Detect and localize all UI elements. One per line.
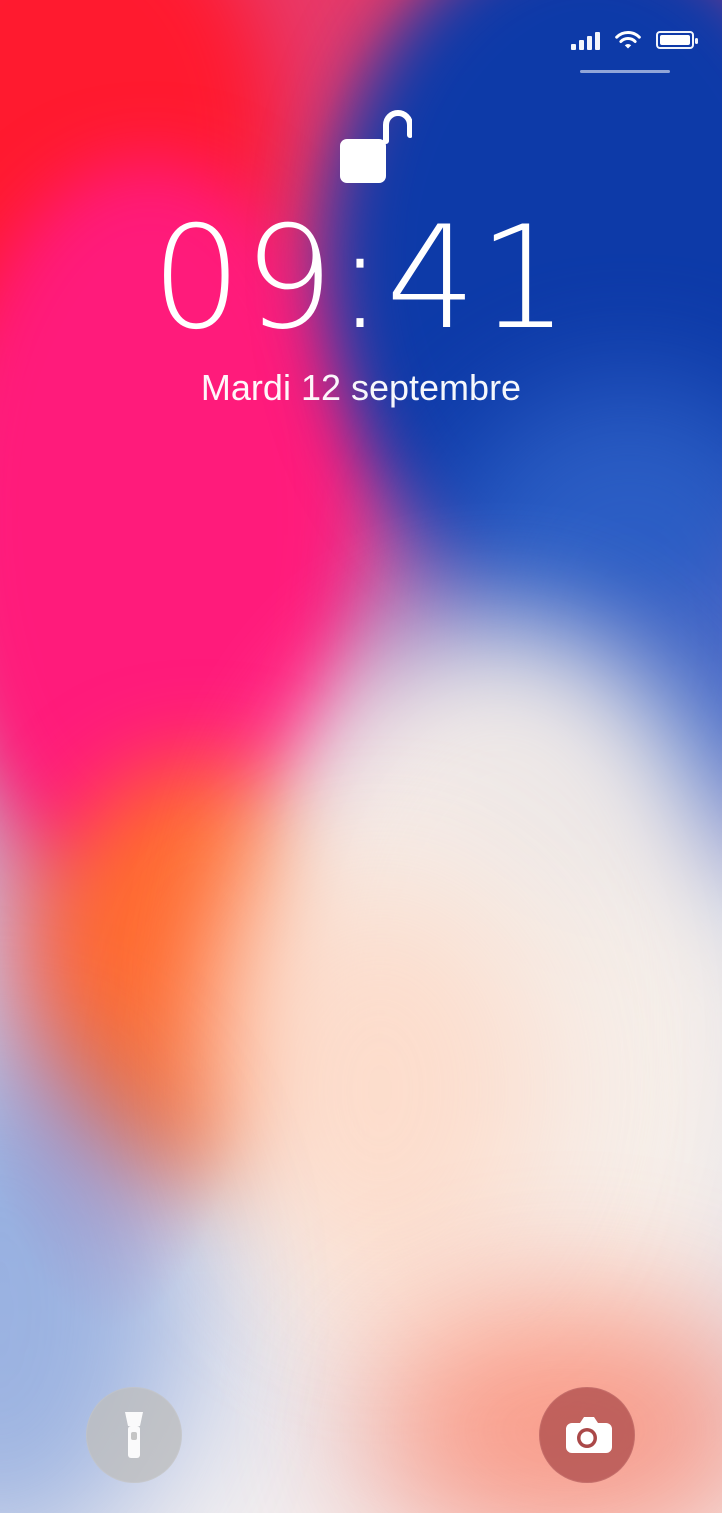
camera-button[interactable] [539,1387,635,1483]
notch-indicator [580,70,670,73]
battery-fill [660,35,690,45]
signal-bar [595,32,600,50]
lock-date: Mardi 12 septembre [200,367,522,408]
cellular-signal-icon [571,30,600,50]
wifi-icon [614,30,642,50]
flashlight-icon [113,1408,155,1462]
camera-icon [560,1413,614,1457]
wallpaper-peach-blob [220,880,540,1300]
flashlight-button[interactable] [86,1387,182,1483]
signal-bar [571,44,576,50]
lock-time: 09:41 [151,196,571,361]
status-bar [571,30,698,50]
lock-screen: 09:41 Mardi 12 septembre [0,0,722,1513]
lock-icon [334,105,412,185]
signal-bar [579,40,584,50]
signal-bar [587,36,592,50]
battery-icon [656,31,698,49]
